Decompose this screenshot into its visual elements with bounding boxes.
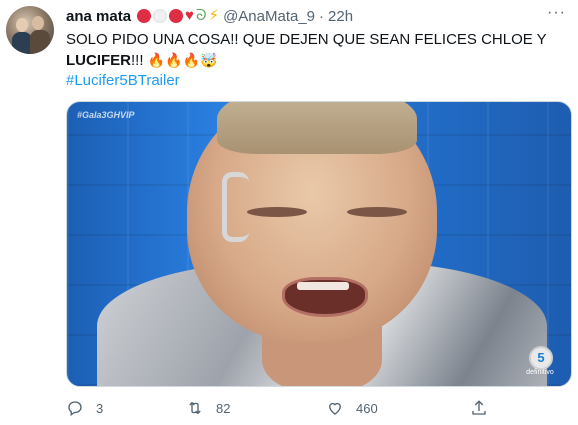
reply-button[interactable]: 3 — [66, 399, 103, 417]
media-hair — [217, 102, 417, 154]
channel-logo-text: definitivo — [526, 369, 554, 376]
timestamp[interactable]: 22h — [328, 8, 353, 25]
tweet-text-bold: LUCIFER — [66, 52, 131, 69]
tweet-media[interactable]: #Gala3GHVIP 5 definitivo — [66, 101, 572, 387]
earpiece-icon — [222, 172, 249, 242]
like-count: 460 — [356, 400, 378, 416]
fire-icon: 🔥 — [165, 52, 183, 68]
snake-icon: ᘐ — [195, 7, 207, 24]
display-name[interactable]: ana mata — [66, 8, 131, 25]
retweet-count: 82 — [216, 400, 231, 416]
red-heart-icon: ♥ — [185, 7, 194, 24]
tweet-text-part1: SOLO PIDO UNA COSA!! QUE DEJEN QUE SEAN … — [66, 31, 547, 48]
share-icon — [472, 400, 486, 415]
red-circle-icon — [169, 9, 184, 23]
hashtag-link[interactable]: #Lucifer5BTrailer — [66, 72, 180, 89]
action-bar: 3 82 460 — [66, 399, 526, 419]
tweet-text-part2: !!! — [131, 52, 148, 69]
avatar[interactable] — [6, 6, 54, 54]
red-circle-icon — [137, 9, 152, 23]
name-emojis: ♥ ᘐ ⚡ — [137, 7, 220, 24]
fire-icon: 🔥 — [147, 52, 166, 68]
user-handle[interactable]: @AnaMata_9 — [223, 8, 315, 25]
media-watermark: #Gala3GHVIP — [77, 110, 135, 120]
retweet-button[interactable]: 82 — [186, 399, 230, 417]
like-button[interactable]: 460 — [326, 399, 378, 417]
tweet-text: SOLO PIDO UNA COSA!! QUE DEJEN QUE SEAN … — [66, 30, 566, 91]
media-eye — [247, 207, 307, 217]
channel-logo-mark: 5 — [529, 346, 553, 370]
tweet[interactable]: ana mata ♥ ᘐ ⚡ @AnaMata_9 · 22h ··· SOLO… — [0, 0, 578, 425]
share-button[interactable] — [470, 399, 488, 417]
heart-icon — [329, 402, 341, 415]
exploding-head-icon: 🤯 — [199, 52, 218, 68]
white-circle-icon — [153, 9, 168, 23]
fire-icon: 🔥 — [182, 52, 200, 68]
channel-logo: 5 definitivo — [521, 346, 559, 376]
reply-count: 3 — [96, 400, 104, 416]
reply-icon — [68, 401, 82, 417]
separator: · — [319, 7, 325, 25]
media-mouth — [282, 277, 368, 317]
lightning-icon: ⚡ — [208, 7, 220, 24]
more-options-icon[interactable]: ··· — [547, 4, 566, 22]
tweet-header: ana mata ♥ ᘐ ⚡ @AnaMata_9 · 22h — [66, 6, 353, 26]
retweet-icon — [189, 401, 201, 415]
media-eye — [347, 207, 407, 217]
